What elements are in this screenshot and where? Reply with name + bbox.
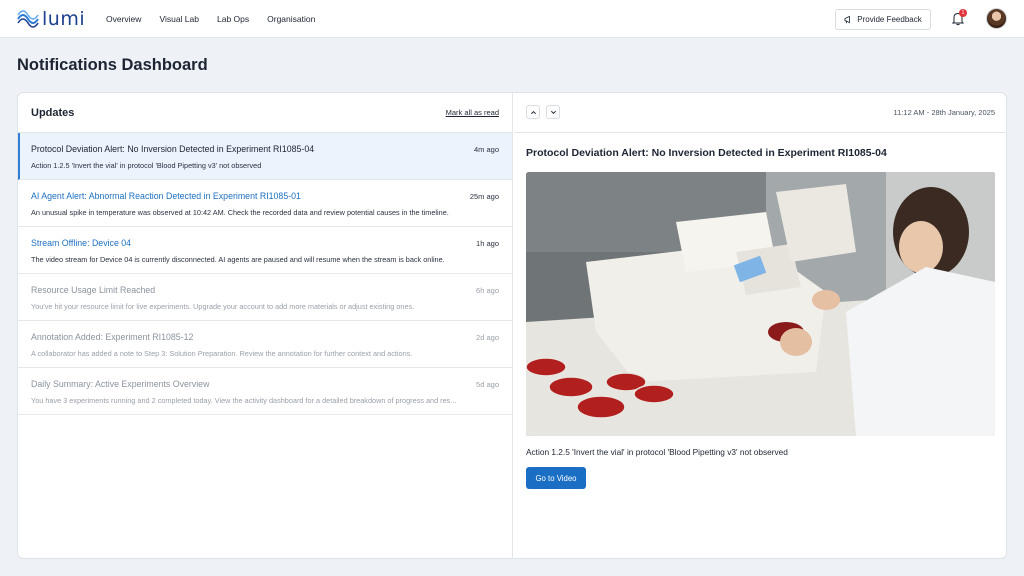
lumi-logo[interactable]: lumi (17, 8, 95, 30)
provide-feedback-label: Provide Feedback (857, 15, 922, 24)
notification-time: 5d ago (476, 380, 499, 389)
notification-description: A collaborator has added a note to Step … (31, 349, 413, 358)
notification-description: An unusual spike in temperature was obse… (31, 208, 449, 217)
nav-link-lab-ops[interactable]: Lab Ops (217, 14, 249, 24)
nav-link-organisation[interactable]: Organisation (267, 14, 315, 24)
nav-link-visual-lab[interactable]: Visual Lab (159, 14, 199, 24)
updates-title: Updates (31, 107, 75, 119)
notifications-bell[interactable]: 1 (951, 9, 967, 26)
updates-list-pane: Updates Mark all as read Protocol Deviat… (18, 93, 513, 558)
notification-title: Stream Offline: Device 04 (31, 238, 132, 248)
top-nav: lumi Overview Visual Lab Lab Ops Organis… (0, 0, 1024, 38)
lumi-logo-icon (17, 9, 39, 28)
go-to-video-button[interactable]: Go to Video (526, 467, 586, 489)
notification-count-badge: 1 (959, 9, 967, 17)
chevron-down-icon (550, 110, 556, 114)
notification-item[interactable]: Protocol Deviation Alert: No Inversion D… (18, 133, 512, 180)
lab-scene-illustration (526, 172, 995, 436)
notifications-panel: Updates Mark all as read Protocol Deviat… (17, 92, 1007, 559)
detail-header: 11:12 AM - 28th January, 2025 (514, 93, 1006, 133)
notification-item[interactable]: Stream Offline: Device 04 1h ago The vid… (18, 227, 512, 274)
nav-link-overview[interactable]: Overview (106, 14, 141, 24)
notification-title: Resource Usage Limit Reached (31, 285, 156, 295)
user-avatar[interactable] (986, 8, 1007, 29)
detail-timestamp: 11:12 AM - 28th January, 2025 (893, 108, 995, 117)
notification-item[interactable]: Daily Summary: Active Experiments Overvi… (18, 368, 512, 415)
notification-title: Daily Summary: Active Experiments Overvi… (31, 379, 210, 389)
notification-item[interactable]: Annotation Added: Experiment RI1085-12 2… (18, 321, 512, 368)
notification-detail-pane: 11:12 AM - 28th January, 2025 Protocol D… (514, 93, 1006, 558)
notification-item[interactable]: Resource Usage Limit Reached 6h ago You'… (18, 274, 512, 321)
notification-time: 6h ago (476, 286, 499, 295)
mark-all-read-link[interactable]: Mark all as read (446, 108, 499, 117)
next-notification-button[interactable] (546, 105, 560, 119)
notification-description: You've hit your resource limit for live … (31, 302, 415, 311)
notification-description: You have 3 experiments running and 2 com… (31, 396, 457, 405)
megaphone-icon (844, 15, 851, 24)
notification-title: Annotation Added: Experiment RI1085-12 (31, 332, 194, 342)
updates-header: Updates Mark all as read (18, 93, 512, 133)
notification-time: 25m ago (469, 192, 499, 201)
notification-title: AI Agent Alert: Abnormal Reaction Detect… (31, 191, 301, 201)
nav-links: Overview Visual Lab Lab Ops Organisation (106, 14, 333, 24)
provide-feedback-button[interactable]: Provide Feedback (835, 9, 931, 30)
lab-video-frame (526, 172, 995, 436)
page-title: Notifications Dashboard (17, 56, 208, 74)
detail-description: Action 1.2.5 'Invert the vial' in protoc… (526, 447, 788, 457)
notification-item[interactable]: AI Agent Alert: Abnormal Reaction Detect… (18, 180, 512, 227)
notification-time: 4m ago (473, 145, 499, 154)
notification-title: Protocol Deviation Alert: No Inversion D… (31, 144, 315, 154)
notification-time: 2d ago (476, 333, 499, 342)
chevron-up-icon (530, 110, 536, 114)
detail-title: Protocol Deviation Alert: No Inversion D… (526, 147, 887, 159)
notification-time: 1h ago (476, 239, 499, 248)
notification-description: The video stream for Device 04 is curren… (31, 255, 445, 264)
brand-name: lumi (42, 7, 86, 30)
previous-notification-button[interactable] (526, 105, 540, 119)
notification-description: Action 1.2.5 'Invert the vial' in protoc… (31, 161, 262, 170)
